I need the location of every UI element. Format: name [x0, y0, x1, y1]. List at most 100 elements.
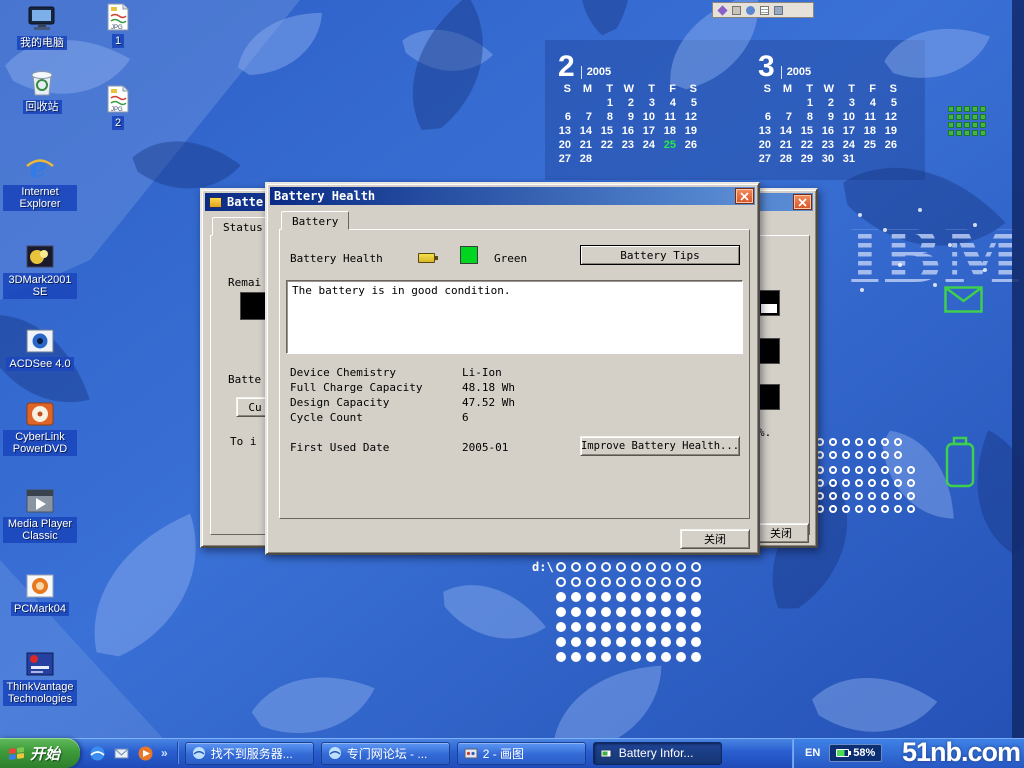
decor-dot	[868, 492, 876, 500]
calendar-day: 19	[682, 124, 703, 138]
close-window-button[interactable]: 关闭	[753, 523, 809, 543]
detail-value: 47.52 Wh	[462, 396, 515, 409]
decor-dot	[661, 577, 671, 587]
decor-dot	[868, 466, 876, 474]
tab-battery[interactable]: Battery	[281, 211, 349, 230]
calendar-day: 21	[577, 138, 598, 152]
calendar-day: 22	[798, 138, 819, 152]
desktop-icon-powerdvd[interactable]: CyberLink PowerDVD	[2, 400, 78, 456]
deskband-icon[interactable]	[717, 5, 727, 15]
taskbar: 开始 » 找不到服务器... 专门网论坛 - ...	[0, 738, 1024, 768]
decor-dot	[691, 592, 701, 602]
calendar-day: 13	[556, 124, 577, 138]
start-button[interactable]: 开始	[0, 738, 80, 768]
language-indicator[interactable]: EN	[805, 747, 820, 759]
decor-dot	[676, 577, 686, 587]
battery-health-dialog[interactable]: Battery Health Battery Battery Health Gr…	[265, 182, 760, 555]
battery-percent: 58%	[853, 747, 875, 759]
close-icon[interactable]	[736, 189, 753, 203]
calendar-day: 1	[598, 96, 619, 110]
thinkvantage-icon	[25, 650, 55, 678]
calendar-day: 30	[819, 152, 840, 166]
calendar-day: 21	[777, 138, 798, 152]
decor-dot	[616, 562, 626, 572]
desktop-icon-media-player-classic[interactable]: Media Player Classic	[2, 487, 78, 543]
ie-quicklaunch-icon[interactable]	[89, 745, 106, 762]
decor-dot	[855, 492, 863, 500]
decor-dot	[631, 622, 641, 632]
decor-dot	[907, 466, 915, 474]
improve-battery-health-button[interactable]: Improve Battery Health...	[580, 436, 740, 456]
desktop-icon-label: ThinkVantage Technologies	[3, 680, 77, 706]
quick-launch-overflow[interactable]: »	[161, 746, 168, 760]
detail-value: Li-Ion	[462, 366, 502, 379]
condition-textbox[interactable]: The battery is in good condition.	[286, 280, 743, 354]
taskbar-item-paint[interactable]: 2 - 画图	[457, 742, 586, 765]
battery-details: Device Chemistry Li-Ion Full Charge Capa…	[290, 365, 515, 425]
mail-quicklaunch-icon[interactable]	[113, 745, 130, 762]
calendar-day: 3	[840, 96, 861, 110]
battery-health-titlebar[interactable]: Battery Health	[270, 187, 755, 205]
calendar-day-header: F	[661, 82, 682, 96]
close-icon[interactable]	[794, 195, 811, 209]
decor-dot	[616, 577, 626, 587]
calendar-day: 26	[682, 138, 703, 152]
calendar-day: 2	[619, 96, 640, 110]
decor-dot	[829, 505, 837, 513]
decor-dot	[646, 652, 656, 662]
decor-dot	[631, 652, 641, 662]
decor-dot	[586, 577, 596, 587]
taskbar-item-label: 2 - 画图	[483, 745, 524, 762]
decor-dot	[907, 505, 915, 513]
detail-row: Device Chemistry Li-Ion	[290, 365, 515, 380]
calendar-day-header: S	[882, 82, 903, 96]
calendar-day: 9	[819, 110, 840, 124]
deskband-icon[interactable]	[746, 6, 755, 15]
battery-tray-indicator[interactable]: 58%	[829, 744, 882, 762]
deskband-icon[interactable]	[732, 6, 741, 15]
calendar-day: 4	[661, 96, 682, 110]
taskbar-item-battery-information[interactable]: Battery Infor...	[593, 742, 722, 765]
taskbar-item-forum[interactable]: 专门网论坛 - ...	[321, 742, 450, 765]
desktop-file-jpg-1[interactable]: JPG 1	[92, 2, 144, 48]
desktop-file-jpg-2[interactable]: JPG 2	[92, 84, 144, 130]
calendar-day: 12	[882, 110, 903, 124]
desktop-icon-my-computer[interactable]: 我的电脑	[4, 4, 80, 50]
calendar-day-header: T	[798, 82, 819, 96]
taskbar-item-server-not-found[interactable]: 找不到服务器...	[185, 742, 314, 765]
desktop-icon-recycle-bin[interactable]: 回收站	[4, 66, 80, 114]
calendar-day: 28	[577, 152, 598, 166]
envelope-decor-icon	[944, 286, 984, 314]
decor-dot	[829, 451, 837, 459]
deskband-icon[interactable]	[760, 6, 769, 15]
desktop-icon-internet-explorer[interactable]: e Internet Explorer	[2, 153, 78, 211]
media-player-classic-icon	[25, 487, 55, 515]
detail-label: Design Capacity	[290, 396, 462, 409]
decor-dot	[556, 562, 566, 572]
calendar-day-header: T	[598, 82, 619, 96]
calendar-day-header: W	[619, 82, 640, 96]
calendar-day: 27	[756, 152, 777, 166]
calendar-day: 16	[619, 124, 640, 138]
deskband-icon[interactable]	[774, 6, 783, 15]
desktop-icon-acdsee[interactable]: ACDSee 4.0	[2, 327, 78, 371]
detail-label: Cycle Count	[290, 411, 462, 424]
battery-tips-button[interactable]: Battery Tips	[580, 245, 740, 265]
paint-icon	[464, 746, 478, 760]
calendar-day: 19	[882, 124, 903, 138]
desktop-icon-3dmark2001[interactable]: 3DMark2001 SE	[2, 243, 78, 299]
calendar-day: 22	[598, 138, 619, 152]
decor-dot	[601, 592, 611, 602]
media-quicklaunch-icon[interactable]	[137, 745, 154, 762]
calendar-day: 5	[682, 96, 703, 110]
decor-dot	[881, 492, 889, 500]
desktop-icon-label: Internet Explorer	[3, 185, 77, 211]
calendar-day: 25	[861, 138, 882, 152]
decor-dot	[631, 592, 641, 602]
desktop-icon-pcmark04[interactable]: PCMark04	[2, 572, 78, 616]
decor-dot	[855, 505, 863, 513]
decor-dot	[881, 451, 889, 459]
dialog-close-button[interactable]: 关闭	[680, 529, 750, 549]
taskbar-separator	[177, 742, 178, 764]
desktop-icon-thinkvantage[interactable]: ThinkVantage Technologies	[2, 650, 78, 706]
